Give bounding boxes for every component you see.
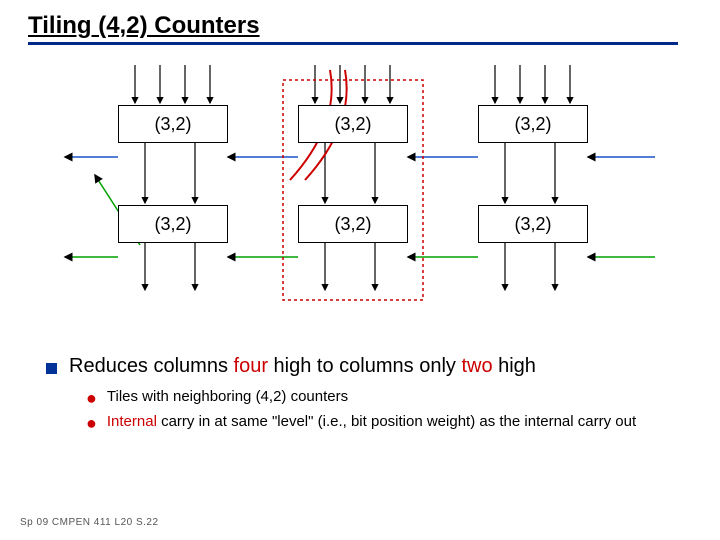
slide-title: Tiling (4,2) Counters [28, 12, 678, 45]
counter-diagram: (3,2) (3,2) (3,2) (3,2) (3,2) (3,2) [35, 65, 685, 325]
sub-point-1: ● Tiles with neighboring (4,2) counters [86, 388, 692, 407]
counter-bot-1: (3,2) [118, 205, 228, 243]
counter-bot-2: (3,2) [298, 205, 408, 243]
bullet-square-icon [46, 363, 57, 374]
bullet-disc-icon: ● [86, 414, 97, 432]
counter-top-3: (3,2) [478, 105, 588, 143]
main-point: Reduces columns four high to columns onl… [28, 355, 692, 432]
counter-bot-3: (3,2) [478, 205, 588, 243]
counter-top-2: (3,2) [298, 105, 408, 143]
bullet-disc-icon: ● [86, 389, 97, 407]
sub-point-2: ● Internal carry in at same "level" (i.e… [86, 413, 692, 432]
slide-footer: Sp 09 CMPEN 411 L20 S.22 [20, 517, 159, 528]
counter-top-1: (3,2) [118, 105, 228, 143]
